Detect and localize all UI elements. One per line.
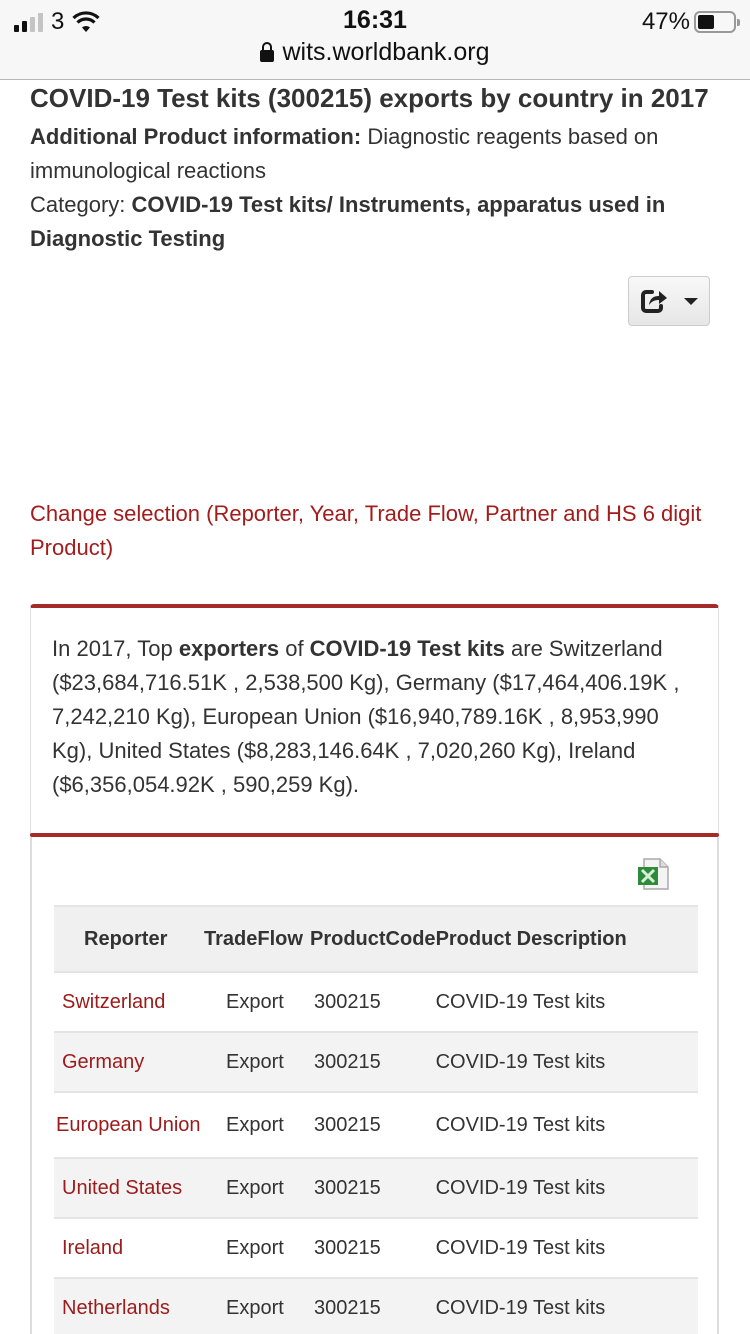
reporter-cell: Switzerland (54, 972, 204, 1033)
table-header-row: Reporter TradeFlow ProductCode Product D… (54, 905, 698, 973)
tradeflow-cell: Export (204, 1278, 310, 1334)
description-cell: COVID-19 Test kits (435, 1158, 698, 1219)
reporter-cell: Netherlands (54, 1278, 204, 1334)
summary-panel: In 2017, Top exporters of COVID-19 Test … (30, 604, 719, 836)
productcode-cell: 300215 (310, 1218, 436, 1279)
description-cell: COVID-19 Test kits (435, 972, 698, 1033)
productcode-cell: 300215 (310, 1158, 436, 1219)
description-cell: COVID-19 Test kits (435, 1092, 698, 1159)
productcode-cell: 300215 (310, 1092, 436, 1159)
description-cell: COVID-19 Test kits (435, 1278, 698, 1334)
column-header-tradeflow[interactable]: TradeFlow (204, 905, 310, 973)
table-row: Switzerland Export 300215 COVID-19 Test … (54, 972, 698, 1033)
clock: 16:31 (343, 6, 407, 34)
tradeflow-cell: Export (204, 972, 310, 1033)
column-header-reporter[interactable]: Reporter (54, 905, 204, 973)
summary-emphasis: exporters (178, 636, 280, 661)
chevron-down-icon (684, 297, 698, 305)
battery-icon (694, 11, 740, 33)
table-row: Ireland Export 300215 COVID-19 Test kits (54, 1218, 698, 1279)
share-icon (641, 290, 667, 313)
reporter-cell: United States (54, 1158, 204, 1219)
summary-text: of (279, 636, 310, 661)
status-bar: 3 16:31 47% wits.worldbank.org (0, 0, 750, 80)
description-cell: COVID-19 Test kits (435, 1032, 698, 1093)
excel-icon[interactable] (636, 857, 670, 891)
lock-icon (260, 41, 275, 62)
battery-percent: 47% (641, 8, 690, 35)
productcode-cell: 300215 (310, 1278, 436, 1334)
change-selection-link[interactable]: Change selection (Reporter, Year, Trade … (30, 497, 720, 565)
reporter-cell: Germany (54, 1032, 204, 1093)
reporter-link[interactable]: Ireland (62, 1237, 123, 1259)
table-row: European Union Export 300215 COVID-19 Te… (54, 1092, 698, 1159)
tradeflow-cell: Export (204, 1032, 310, 1093)
summary-text: In 2017, Top (52, 636, 179, 661)
category-label: Category: (30, 192, 132, 217)
reporter-link[interactable]: United States (62, 1177, 182, 1199)
url-text: wits.worldbank.org (282, 38, 490, 66)
summary-emphasis: COVID-19 Test kits (309, 636, 505, 661)
product-header: COVID-19 Test kits (300215) exports by c… (30, 80, 720, 256)
reporter-link[interactable]: European Union (56, 1114, 201, 1136)
additional-product-info: Additional Product information: Diagnost… (30, 120, 720, 188)
productcode-cell: 300215 (310, 1032, 436, 1093)
table-row: United States Export 300215 COVID-19 Tes… (54, 1158, 698, 1219)
description-cell: COVID-19 Test kits (435, 1218, 698, 1279)
page-title: COVID-19 Test kits (300215) exports by c… (30, 83, 709, 113)
column-header-product-description[interactable]: Product Description (435, 905, 698, 973)
additional-info-label: Additional Product information: (30, 124, 362, 149)
category-info: Category: COVID-19 Test kits/ Instrument… (30, 188, 720, 256)
status-right: 47% (641, 8, 740, 36)
data-table-panel: Reporter TradeFlow ProductCode Product D… (30, 837, 719, 1334)
table-row: Netherlands Export 300215 COVID-19 Test … (54, 1278, 698, 1334)
address-bar[interactable]: wits.worldbank.org (0, 38, 750, 67)
productcode-cell: 300215 (310, 972, 436, 1033)
column-header-productcode[interactable]: ProductCode (310, 905, 436, 973)
tradeflow-cell: Export (204, 1158, 310, 1219)
reporter-link[interactable]: Germany (62, 1051, 144, 1073)
reporter-link[interactable]: Netherlands (62, 1297, 170, 1319)
exporters-table: Reporter TradeFlow ProductCode Product D… (54, 905, 698, 1334)
tradeflow-cell: Export (204, 1092, 310, 1159)
table-row: Germany Export 300215 COVID-19 Test kits (54, 1032, 698, 1093)
tradeflow-cell: Export (204, 1218, 310, 1279)
reporter-cell: European Union (54, 1092, 204, 1159)
reporter-link[interactable]: Switzerland (62, 991, 165, 1013)
share-dropdown-button[interactable] (628, 276, 710, 326)
reporter-cell: Ireland (54, 1218, 204, 1279)
